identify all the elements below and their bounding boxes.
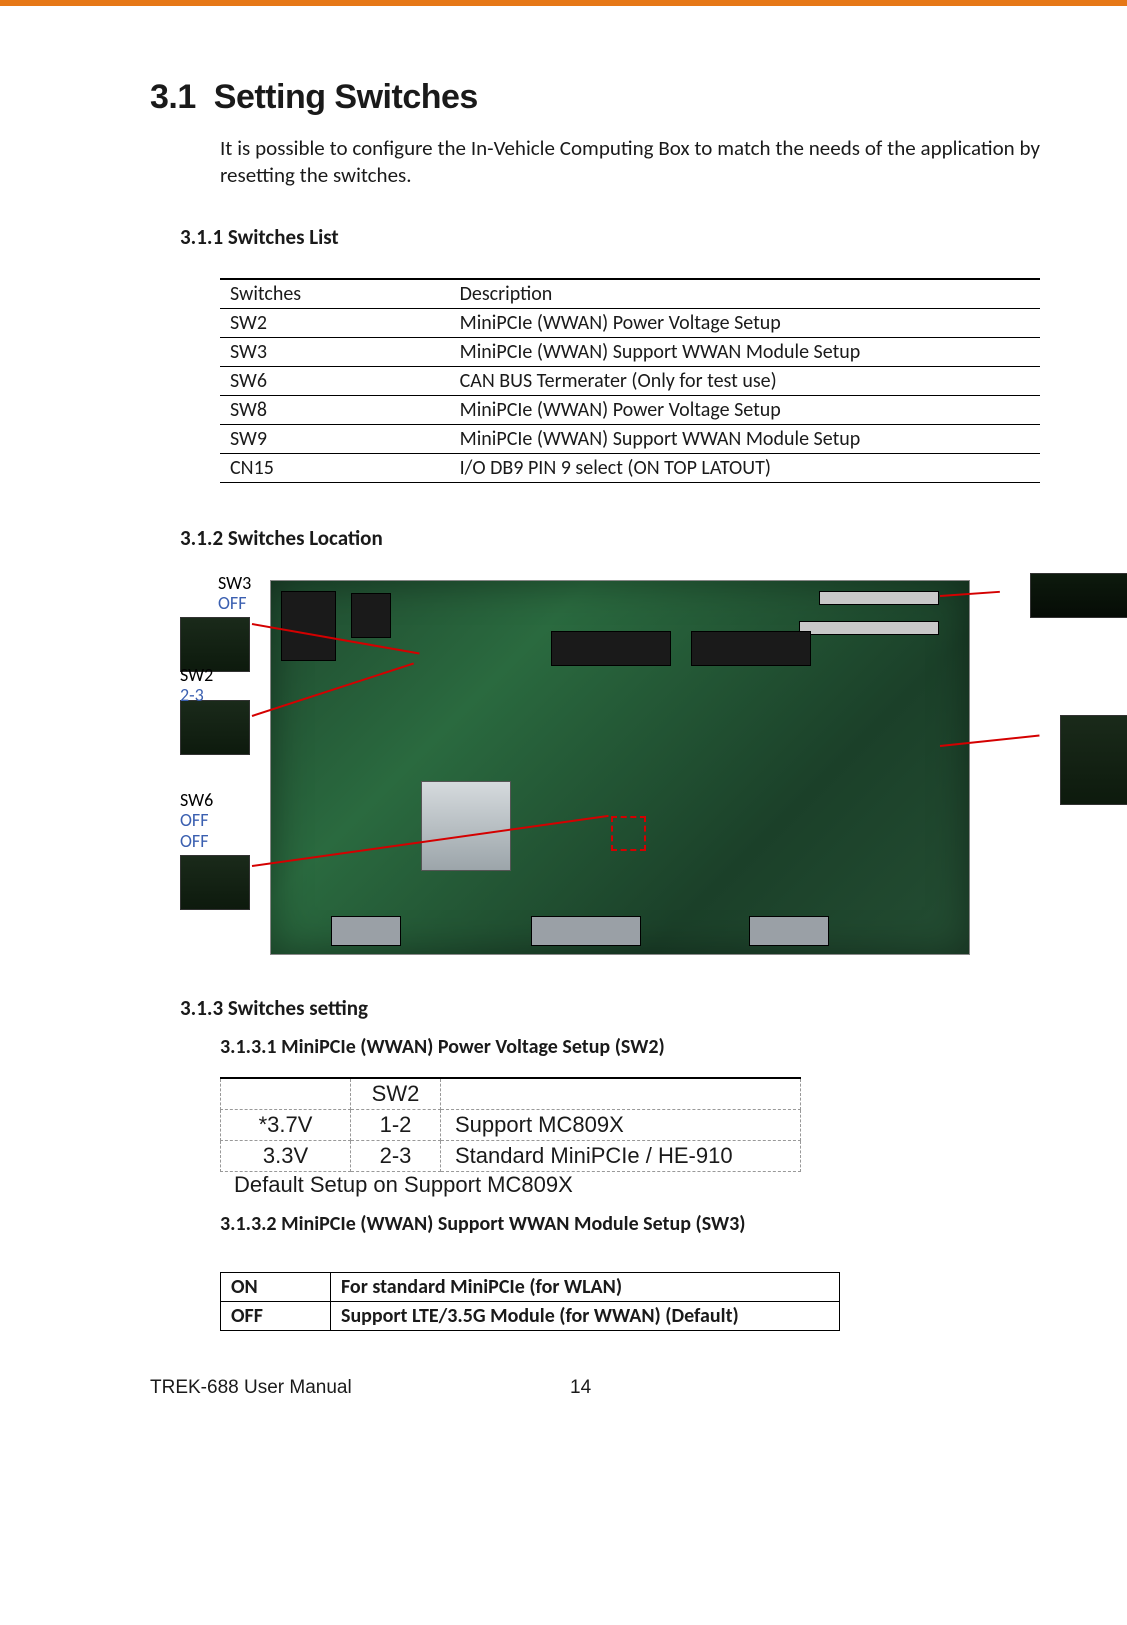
slot [799, 621, 939, 635]
footer-page-number: 14 [570, 1377, 591, 1399]
col-header: Description [450, 279, 1040, 309]
table-row: ON For standard MiniPCIe (for WLAN) [221, 1272, 840, 1301]
table-row: OFF Support LTE/3.5G Module (for WWAN) (… [221, 1301, 840, 1330]
callout-sw3: SW3 OFF [218, 573, 251, 614]
callout-sw2: SW2 2-3 [180, 665, 213, 706]
section-heading: 3.1 Setting Switches [150, 78, 1055, 117]
heading-312: 3.1.2 Switches Location [180, 525, 1055, 551]
table-row: SW2MiniPCIe (WWAN) Power Voltage Setup [220, 308, 1040, 337]
table-row: SW6CAN BUS Termerater (Only for test use… [220, 366, 1040, 395]
switches-list-table: Switches Description SW2MiniPCIe (WWAN) … [220, 278, 1040, 483]
sw3-table: ON For standard MiniPCIe (for WLAN) OFF … [220, 1272, 840, 1331]
switch-thumb-sw9 [1030, 573, 1127, 618]
table-row: 3.3V 2-3 Standard MiniPCIe / HE-910 [221, 1140, 801, 1171]
table-row: SW2 [221, 1078, 801, 1110]
table-row: SW8MiniPCIe (WWAN) Power Voltage Setup [220, 395, 1040, 424]
connector [351, 593, 391, 638]
page-footer: TREK-688 User Manual 14 [0, 1377, 1127, 1399]
slot [819, 591, 939, 605]
table-row: SW9MiniPCIe (WWAN) Support WWAN Module S… [220, 424, 1040, 453]
connector [281, 591, 336, 661]
sw2-default-note: Default Setup on Support MC809X [234, 1172, 1055, 1198]
connector [691, 631, 811, 666]
port [749, 916, 829, 946]
heading-313: 3.1.3 Switches setting [180, 995, 1055, 1021]
section-intro: It is possible to configure the In-Vehic… [220, 135, 1040, 190]
pcb-board [270, 580, 970, 955]
col-header: Switches [220, 279, 450, 309]
board-diagram: SW3 OFF SW2 2-3 SW6 OFF OFF SW9 ON SW8 2… [180, 565, 1120, 965]
table-row: CN15I/O DB9 PIN 9 select (ON TOP LATOUT) [220, 453, 1040, 482]
switch-thumb-sw2 [180, 700, 250, 755]
section-title: Setting Switches [214, 78, 478, 117]
port [531, 916, 641, 946]
table-row: SW3MiniPCIe (WWAN) Support WWAN Module S… [220, 337, 1040, 366]
section-number: 3.1 [150, 78, 196, 117]
footer-doc-title: TREK-688 User Manual [150, 1377, 570, 1399]
heading-311: 3.1.1 Switches List [180, 224, 1055, 250]
switch-thumb-sw8 [1060, 715, 1127, 805]
heading-3132: 3.1.3.2 MiniPCIe (WWAN) Support WWAN Mod… [220, 1212, 1055, 1236]
heading-3131: 3.1.3.1 MiniPCIe (WWAN) Power Voltage Se… [220, 1035, 1055, 1059]
callout-sw6: SW6 OFF OFF [180, 790, 213, 852]
cpu-chip [421, 781, 511, 871]
sw2-table: SW2 *3.7V 1-2 Support MC809X 3.3V 2-3 St… [220, 1077, 801, 1172]
highlight-box [611, 816, 646, 851]
port [331, 916, 401, 946]
page-body: 3.1 Setting Switches It is possible to c… [0, 6, 1127, 1429]
table-row: *3.7V 1-2 Support MC809X [221, 1109, 801, 1140]
table-row: Switches Description [220, 279, 1040, 309]
switch-thumb-sw6 [180, 855, 250, 910]
connector [551, 631, 671, 666]
